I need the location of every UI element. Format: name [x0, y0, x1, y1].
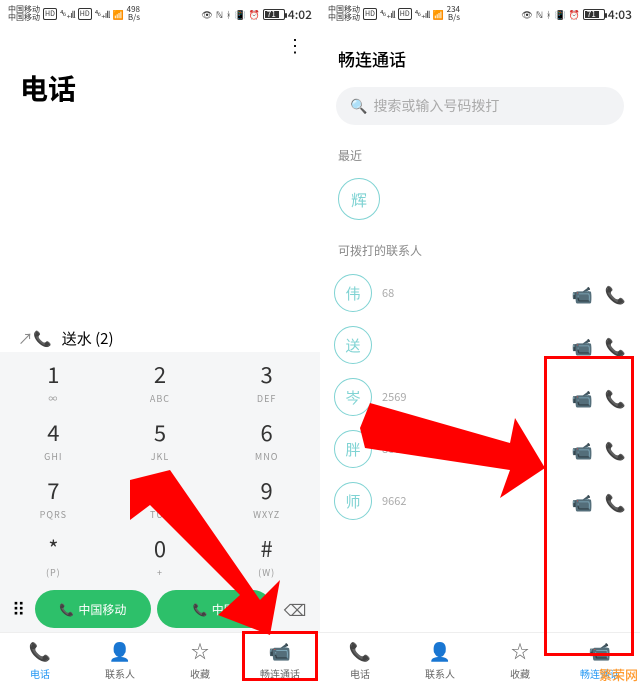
recent-avatar[interactable]: 辉	[338, 178, 380, 220]
key-4[interactable]: 4GHI	[0, 410, 107, 468]
video-call-icon[interactable]: 📹	[572, 333, 593, 358]
search-icon: 🔍	[350, 96, 367, 116]
contact-number: 8609	[382, 441, 562, 457]
more-menu-icon[interactable]: ⋮	[286, 36, 304, 54]
contact-row[interactable]: 伟 68 📹 📞	[320, 267, 640, 319]
key-8[interactable]: 8TUV	[107, 468, 214, 526]
bottom-tabs: 📞电话👤联系人☆收藏📹畅连通话	[0, 632, 320, 686]
video-call-icon[interactable]: 📹	[572, 281, 593, 306]
video-call-icon[interactable]: 📹	[572, 385, 593, 410]
clock: 4:02	[288, 6, 312, 23]
search-input[interactable]: 🔍 搜索或输入号码拨打	[336, 87, 624, 125]
voice-call-icon[interactable]: 📞	[605, 333, 626, 358]
contact-avatar: 送	[334, 326, 372, 364]
backspace-button[interactable]: ⌫	[278, 597, 312, 621]
keypad-toggle-icon[interactable]: ⠿	[8, 596, 29, 622]
tab-star[interactable]: ☆收藏	[480, 633, 560, 686]
contact-number: 2569	[382, 389, 562, 405]
voice-call-icon[interactable]: 📞	[605, 489, 626, 514]
contacts-icon: 👤	[429, 638, 451, 664]
recent-call-count: (2)	[95, 328, 113, 349]
phone-icon: 📞	[193, 601, 208, 618]
video-icon: 📹	[589, 638, 611, 664]
key-#[interactable]: #(W)	[213, 526, 320, 584]
wifi-icon: 📶	[112, 8, 123, 21]
tab-star[interactable]: ☆收藏	[160, 633, 240, 686]
contacts-section-label: 可拨打的联系人	[320, 234, 640, 267]
contacts-icon: 👤	[109, 638, 131, 664]
recent-call-name: 送水	[62, 328, 92, 349]
call-sim2-button[interactable]: 📞中国	[157, 590, 272, 628]
contact-number: 68	[382, 285, 562, 301]
search-placeholder: 搜索或输入号码拨打	[373, 96, 499, 116]
call-sim1-button[interactable]: 📞中国移动	[35, 590, 150, 628]
star-icon: ☆	[191, 638, 209, 664]
status-bar: 中国移动中国移动 HD⁴⁶ ₊ıllHD⁴⁶ ₊ıll 📶 234B/s 👁 ℕ…	[320, 0, 640, 28]
dial-keypad: 1∞2ABC3DEF 4GHI5JKL6MNO 7PQRS8TUV9WXYZ *(P)…	[0, 352, 320, 634]
battery-icon: 71	[583, 9, 605, 20]
key-0[interactable]: 0+	[107, 526, 214, 584]
contact-avatar: 岑	[334, 378, 372, 416]
tab-phone[interactable]: 📞电话	[320, 633, 400, 686]
outgoing-call-icon: ↗📞	[18, 328, 52, 349]
vibrate-icon: 📳	[234, 8, 245, 21]
phone-icon: 📞	[59, 601, 74, 618]
contact-avatar: 伟	[334, 274, 372, 312]
page-title: 畅连通话	[320, 28, 640, 81]
page-title: 电话	[0, 54, 320, 118]
voice-call-icon[interactable]: 📞	[605, 281, 626, 306]
clock: 4:03	[608, 6, 632, 23]
battery-icon: 71	[263, 9, 285, 20]
nfc-icon: ℕ	[536, 8, 543, 21]
key-5[interactable]: 5JKL	[107, 410, 214, 468]
voice-call-icon[interactable]: 📞	[605, 385, 626, 410]
alarm-icon: ⏰	[569, 8, 580, 21]
phone-icon: 📞	[349, 638, 371, 664]
contact-avatar: 胖	[334, 430, 372, 468]
dialer-screen: 中国移动中国移动 HD⁴⁶ ₊ıllHD⁴⁶ ₊ıll 📶 498B/s 👁 ℕ…	[0, 0, 320, 686]
video-call-icon[interactable]: 📹	[572, 489, 593, 514]
contact-number: 9662	[382, 493, 562, 509]
eye-icon: 👁	[521, 8, 532, 21]
key-2[interactable]: 2ABC	[107, 352, 214, 410]
status-bar: 中国移动中国移动 HD⁴⁶ ₊ıllHD⁴⁶ ₊ıll 📶 498B/s 👁 ℕ…	[0, 0, 320, 28]
key-9[interactable]: 9WXYZ	[213, 468, 320, 526]
voice-call-icon[interactable]: 📞	[605, 437, 626, 462]
tab-contacts[interactable]: 👤联系人	[80, 633, 160, 686]
meetime-screen: 中国移动中国移动 HD⁴⁶ ₊ıllHD⁴⁶ ₊ıll 📶 234B/s 👁 ℕ…	[320, 0, 640, 686]
tab-phone[interactable]: 📞电话	[0, 633, 80, 686]
bluetooth-icon: ᚼ	[546, 8, 551, 21]
tab-contacts[interactable]: 👤联系人	[400, 633, 480, 686]
key-7[interactable]: 7PQRS	[0, 468, 107, 526]
tab-video[interactable]: 📹畅连通话	[240, 633, 320, 686]
bluetooth-icon: ᚼ	[226, 8, 231, 21]
contact-row[interactable]: 胖 8609 📹 📞	[320, 423, 640, 475]
watermark: 繁荣网	[599, 665, 638, 684]
key-1[interactable]: 1∞	[0, 352, 107, 410]
vibrate-icon: 📳	[554, 8, 565, 21]
video-icon: 📹	[269, 638, 291, 664]
key-*[interactable]: *(P)	[0, 526, 107, 584]
video-call-icon[interactable]: 📹	[572, 437, 593, 462]
eye-icon: 👁	[201, 8, 212, 21]
wifi-icon: 📶	[432, 8, 443, 21]
star-icon: ☆	[511, 638, 529, 664]
contact-row[interactable]: 师 9662 📹 📞	[320, 475, 640, 527]
key-6[interactable]: 6MNO	[213, 410, 320, 468]
contact-row[interactable]: 送 📹 📞	[320, 319, 640, 371]
contact-avatar: 师	[334, 482, 372, 520]
recent-section-label: 最近	[320, 139, 640, 172]
alarm-icon: ⏰	[249, 8, 260, 21]
key-3[interactable]: 3DEF	[213, 352, 320, 410]
nfc-icon: ℕ	[216, 8, 223, 21]
bottom-tabs: 📞电话👤联系人☆收藏📹畅连通话	[320, 632, 640, 686]
contact-row[interactable]: 岑 2569 📹 📞	[320, 371, 640, 423]
phone-icon: 📞	[29, 638, 51, 664]
